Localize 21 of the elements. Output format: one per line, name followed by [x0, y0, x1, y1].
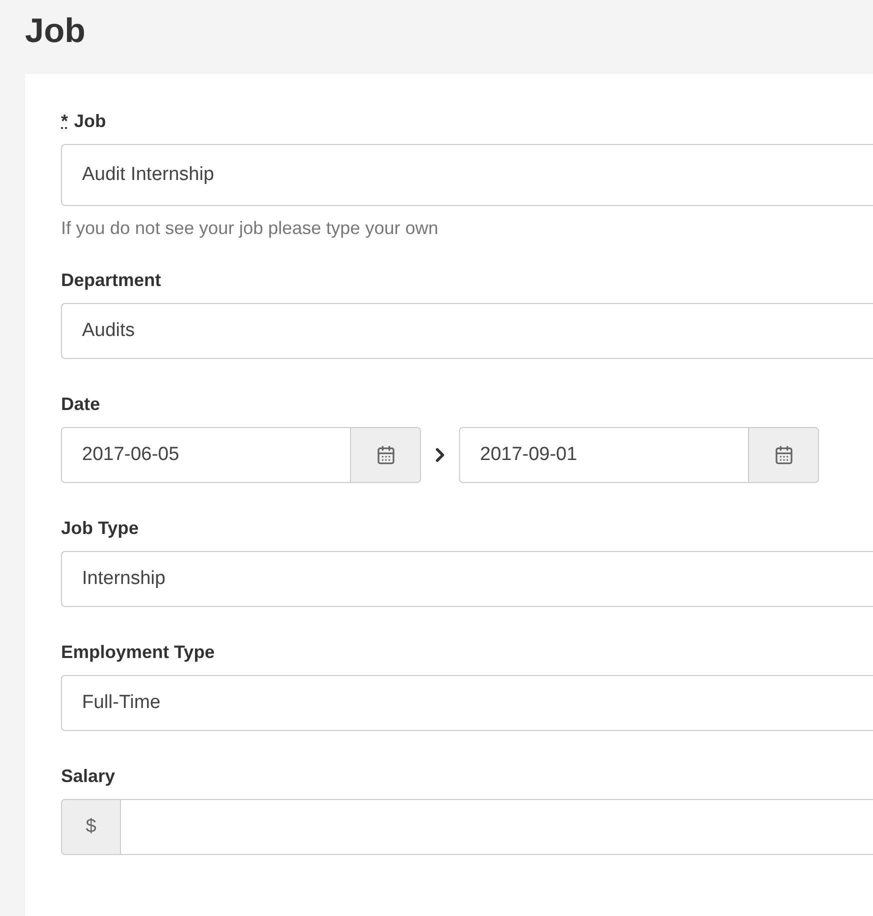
- currency-prefix: $: [61, 799, 121, 855]
- field-label: Salary: [61, 765, 116, 787]
- field-label: Employment Type: [61, 641, 215, 663]
- field-label: Department: [61, 269, 162, 291]
- field-label: Job: [74, 110, 106, 132]
- date-field[interactable]: 2017-06-05: [61, 427, 351, 483]
- calendar-icon: [376, 445, 396, 465]
- input-field[interactable]: Full-Time: [61, 675, 873, 731]
- input-field[interactable]: Audit Internship: [61, 144, 873, 206]
- help-text: If you do not see your job please type your own: [61, 218, 438, 239]
- page-title: Job: [25, 11, 86, 52]
- date-field[interactable]: 2017-09-01: [459, 427, 749, 483]
- field-label: Date: [61, 393, 100, 415]
- field-label: Job Type: [61, 517, 139, 539]
- input-field[interactable]: Internship: [61, 551, 873, 607]
- calendar-button[interactable]: [351, 427, 421, 483]
- input-field[interactable]: Audits: [61, 303, 873, 359]
- required-mark: *: [61, 110, 68, 132]
- calendar-button[interactable]: [749, 427, 819, 483]
- calendar-icon: [774, 445, 794, 465]
- salary-field[interactable]: [121, 799, 873, 855]
